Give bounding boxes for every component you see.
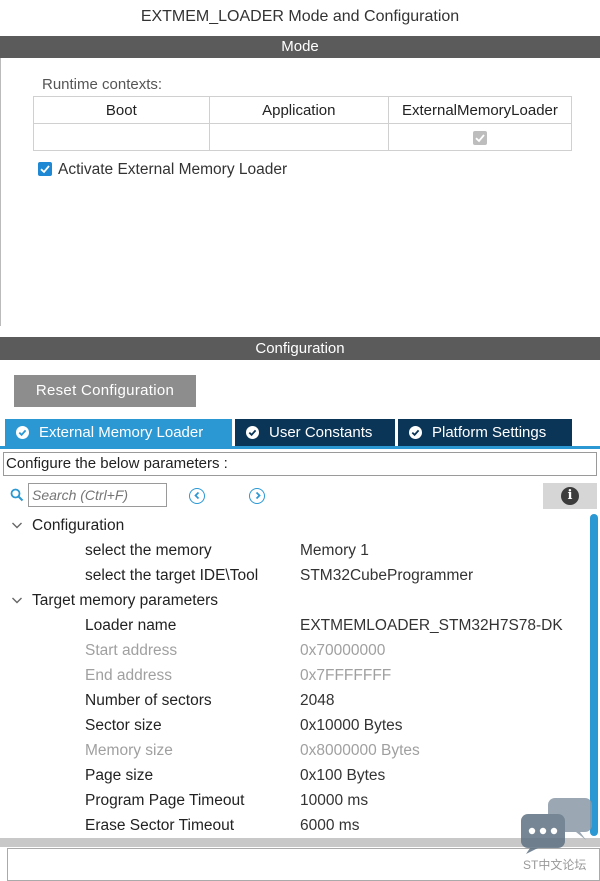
group-configuration[interactable]: Configuration — [0, 513, 600, 538]
param-row[interactable]: Loader name EXTMEMLOADER_STM32H7S78-DK — [0, 613, 588, 638]
tab-platform-settings[interactable]: Platform Settings — [398, 419, 572, 446]
param-value[interactable]: STM32CubeProgrammer — [300, 563, 473, 588]
chevron-left-icon — [193, 491, 199, 500]
params-caption: Configure the below parameters : — [3, 452, 597, 476]
tab-underline — [0, 446, 600, 449]
tab-label: External Memory Loader — [39, 424, 204, 441]
context-checkbox-icon — [472, 130, 487, 145]
column-boot: Boot — [33, 96, 210, 124]
param-name: Loader name — [85, 617, 177, 634]
param-row[interactable]: Page size 0x100 Bytes — [0, 763, 588, 788]
runtime-contexts-label: Runtime contexts: — [42, 76, 163, 93]
info-icon: i — [561, 487, 579, 505]
description-panel — [7, 848, 600, 881]
param-row: Start address 0x70000000 — [0, 638, 588, 663]
watermark-text: ST中文论坛 — [523, 858, 587, 872]
param-value[interactable]: 6000 ms — [300, 813, 359, 838]
check-circle-icon — [409, 426, 422, 439]
boot-context-cell[interactable] — [33, 123, 210, 151]
param-row: End address 0x7FFFFFFF — [0, 663, 588, 688]
tree-scrollbar[interactable] — [590, 514, 598, 836]
param-row[interactable]: Sector size 0x10000 Bytes — [0, 713, 588, 738]
param-row[interactable]: select the target IDE\Tool STM32CubeProg… — [0, 563, 588, 588]
activate-loader-checkbox[interactable]: Activate External Memory Loader — [38, 160, 287, 180]
search-next-button[interactable] — [249, 488, 265, 504]
chevron-right-icon — [255, 491, 261, 500]
param-row[interactable]: Program Page Timeout 10000 ms — [0, 788, 588, 813]
tab-label: Platform Settings — [432, 424, 547, 441]
application-context-cell[interactable] — [208, 123, 389, 151]
param-value: 0x7FFFFFFF — [300, 667, 392, 684]
param-name: Erase Sector Timeout — [85, 817, 235, 834]
param-row[interactable]: select the memory Memory 1 — [0, 538, 588, 563]
param-name: Program Page Timeout — [85, 792, 245, 809]
param-value: 0x8000000 Bytes — [300, 742, 420, 759]
forum-watermark: ST中文论坛 — [520, 798, 598, 878]
param-name: Sector size — [85, 717, 162, 734]
column-external-memory-loader: ExternalMemoryLoader — [387, 96, 573, 124]
activate-loader-label: Activate External Memory Loader — [58, 161, 288, 178]
configuration-header: Configuration — [0, 337, 600, 360]
window-title: EXTMEM_LOADER Mode and Configuration — [140, 8, 460, 25]
checkbox-checked-icon — [38, 161, 52, 176]
param-row: Memory size 0x8000000 Bytes — [0, 738, 588, 763]
param-value[interactable]: 0x100 Bytes — [300, 763, 385, 788]
param-name: Start address — [85, 642, 178, 659]
config-tabs: External Memory Loader User Constants Pl… — [0, 419, 600, 448]
runtime-contexts-table: Boot Application ExternalMemoryLoader — [33, 96, 573, 151]
tab-user-constants[interactable]: User Constants — [235, 419, 395, 446]
param-value[interactable]: 0x10000 Bytes — [300, 713, 403, 738]
column-application: Application — [208, 96, 389, 124]
mode-header: Mode — [0, 36, 600, 58]
param-name: Page size — [85, 767, 154, 784]
check-circle-icon — [246, 426, 259, 439]
param-name: select the target IDE\Tool — [85, 567, 259, 584]
check-circle-icon — [16, 426, 29, 439]
param-value[interactable]: 10000 ms — [300, 788, 368, 813]
param-value: 0x70000000 — [300, 642, 386, 659]
group-label: Configuration — [32, 517, 125, 534]
param-value[interactable]: 2048 — [300, 688, 334, 713]
chat-bubbles-icon — [521, 798, 592, 854]
param-name: Memory size — [85, 742, 173, 759]
group-label: Target memory parameters — [32, 592, 219, 609]
external-memory-loader-context-cell[interactable] — [387, 123, 573, 151]
param-name: End address — [85, 667, 173, 684]
search-icon — [10, 488, 24, 502]
group-target-memory-parameters[interactable]: Target memory parameters — [0, 588, 600, 613]
reset-configuration-button[interactable]: Reset Configuration — [14, 375, 196, 407]
param-name: Number of sectors — [85, 692, 212, 709]
param-name: select the memory — [85, 542, 212, 559]
param-row[interactable]: Number of sectors 2048 — [0, 688, 588, 713]
tab-external-memory-loader[interactable]: External Memory Loader — [5, 419, 232, 446]
tab-label: User Constants — [269, 424, 373, 441]
info-button[interactable]: i — [543, 483, 597, 509]
param-value[interactable]: Memory 1 — [300, 538, 369, 563]
search-previous-button[interactable] — [189, 488, 205, 504]
panel-splitter[interactable] — [0, 838, 600, 847]
param-value[interactable]: EXTMEMLOADER_STM32H7S78-DK — [300, 613, 563, 638]
param-row[interactable]: Erase Sector Timeout 6000 ms — [0, 813, 588, 838]
search-input[interactable] — [28, 483, 167, 507]
